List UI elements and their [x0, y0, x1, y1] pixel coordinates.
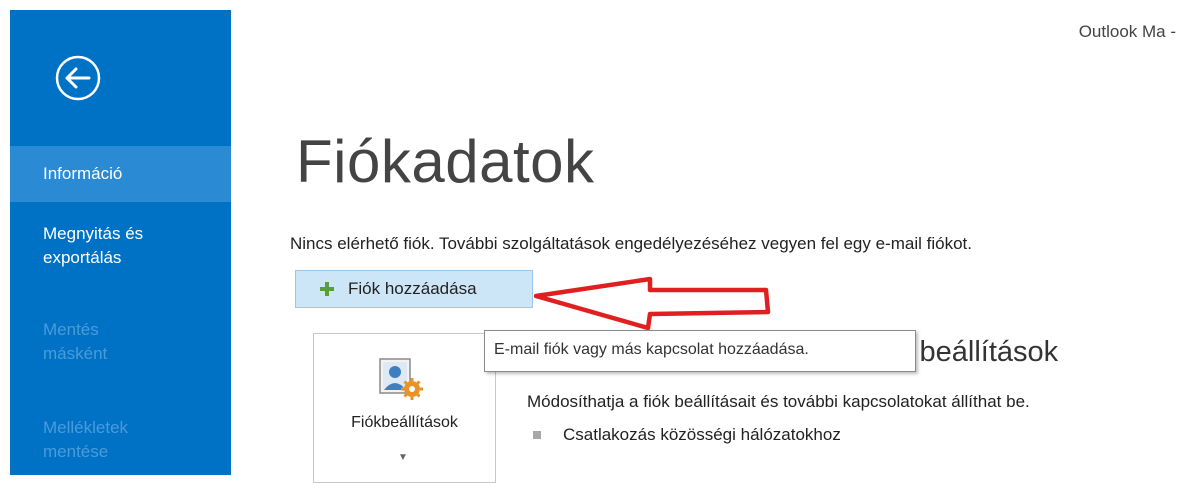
back-arrow-icon — [55, 55, 101, 101]
nav-item-label: Megnyitás és — [43, 224, 144, 243]
nav-item-information[interactable]: Információ — [10, 146, 231, 202]
add-account-label: Fiók hozzáadása — [348, 279, 477, 298]
nav-item-save-as[interactable]: Mentés másként — [10, 318, 231, 366]
list-item[interactable]: Csatlakozás közösségi hálózatokhoz — [533, 425, 841, 445]
page-title: Fiókadatok — [296, 128, 595, 195]
nav-item-label: Információ — [43, 164, 123, 183]
section-description: Módosíthatja a fiók beállításait és tová… — [527, 392, 1030, 411]
section-title: i beállítások — [905, 336, 1059, 368]
plus-icon — [320, 282, 334, 296]
nav-item-label: Mellékletek — [43, 418, 129, 437]
no-account-message: Nincs elérhető fiók. További szolgáltatá… — [290, 234, 972, 253]
nav-item-label: Mentés — [43, 320, 99, 339]
account-settings-label: Fiókbeállítások — [351, 414, 458, 431]
tooltip: E-mail fiók vagy más kapcsolat hozzáadás… — [484, 330, 916, 372]
add-account-button[interactable]: Fiók hozzáadása — [295, 270, 533, 308]
bullet-icon — [533, 431, 541, 439]
list-item-label: Csatlakozás közösségi hálózatokhoz — [563, 425, 841, 444]
account-settings-icon — [379, 358, 423, 400]
nav-item-save-attachments[interactable]: Mellékletek mentése — [10, 416, 231, 464]
back-button[interactable] — [54, 54, 102, 102]
nav-item-label: exportálás — [43, 248, 122, 267]
nav-item-open-export[interactable]: Megnyitás és exportálás — [10, 222, 231, 270]
chevron-down-icon: ▼ — [398, 452, 408, 463]
nav-item-label: másként — [43, 344, 108, 363]
backstage-sidebar: Információ Megnyitás és exportálás Menté… — [10, 10, 231, 475]
red-arrow-annotation — [533, 276, 771, 331]
window-title: Outlook Ma - — [1078, 22, 1176, 41]
nav-item-label: mentése — [43, 442, 109, 461]
account-settings-button[interactable]: Fiókbeállítások ▼ — [313, 333, 496, 483]
